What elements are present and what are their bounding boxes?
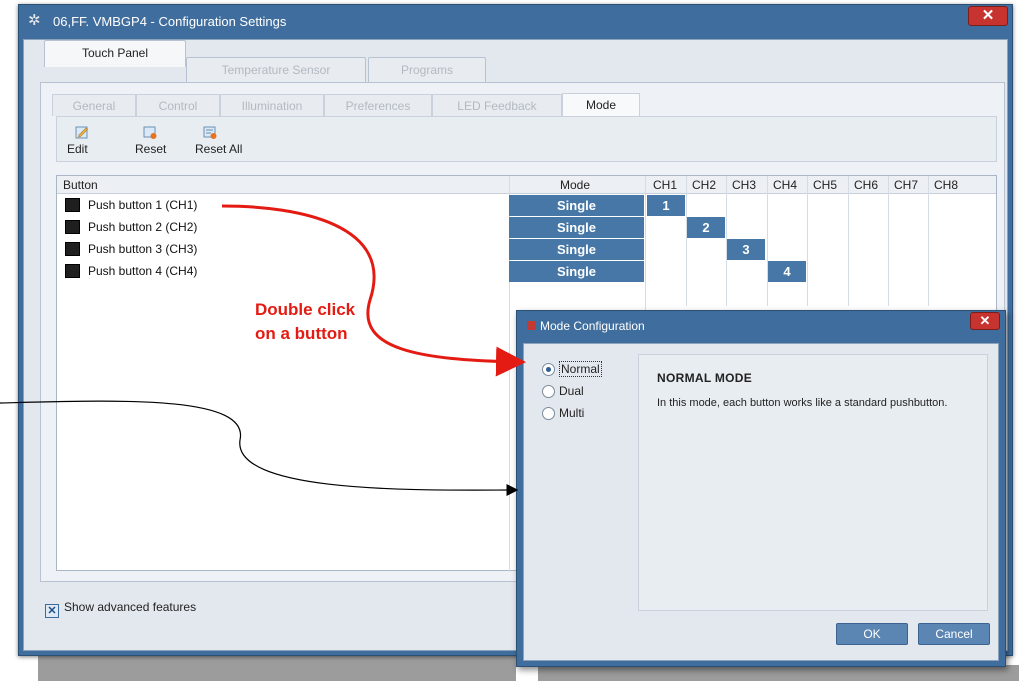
red-arrow	[221, 204, 526, 377]
annotation-arrows	[0, 204, 526, 497]
black-arrow	[0, 400, 519, 497]
